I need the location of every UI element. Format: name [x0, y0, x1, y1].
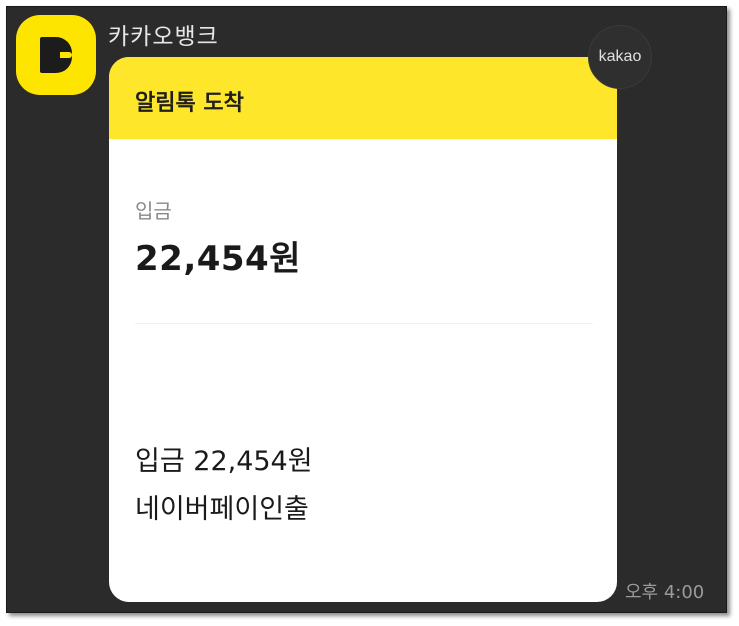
kakao-channel-badge: kakao [588, 25, 652, 89]
card-header: 알림톡 도착 [109, 57, 617, 139]
card-header-title: 알림톡 도착 [135, 91, 244, 116]
kakao-badge-label: kakao [598, 48, 642, 65]
kakaobank-logo-icon [40, 37, 72, 73]
chat-window: 카카오뱅크 알림톡 도착 입금 22,454원 입금 22,454원 네이버페이… [6, 6, 727, 613]
message-source-line: 네이버페이인출 [135, 494, 309, 525]
deposit-amount: 22,454원 [135, 239, 301, 279]
alimtalk-message-card[interactable]: 알림톡 도착 입금 22,454원 입금 22,454원 네이버페이인출 [109, 57, 617, 602]
deposit-label: 입금 [135, 199, 172, 223]
card-divider [135, 323, 593, 324]
sender-name: 카카오뱅크 [108, 24, 219, 50]
message-deposit-line: 입금 22,454원 [135, 446, 313, 477]
message-timestamp: 오후 4:00 [625, 582, 705, 603]
sender-avatar[interactable] [16, 15, 96, 95]
